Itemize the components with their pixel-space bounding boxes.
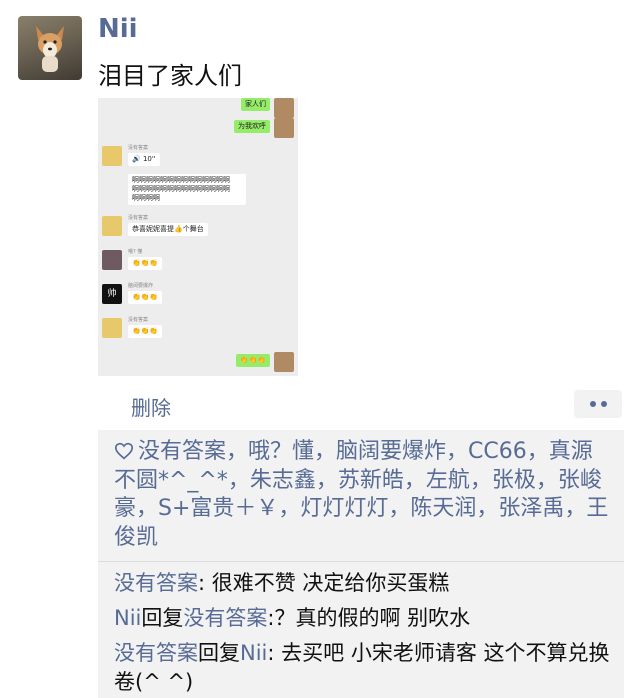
reply-word: 回复 xyxy=(198,641,240,665)
post-image[interactable]: 家人们 为我欢呼 没有答案 🔊 10'' 啊啊啊啊啊啊啊啊啊啊啊啊啊啊 啊啊啊啊… xyxy=(98,98,298,376)
comment-user[interactable]: Nii xyxy=(114,606,141,630)
chat-bubble: 👏👏👏 xyxy=(128,291,163,304)
divider xyxy=(98,561,624,562)
chat-avatar: 帅 xyxy=(102,284,122,304)
chat-bubble: 👏👏👏 xyxy=(128,257,163,270)
dot-icon xyxy=(589,401,596,407)
comment-text: :？真的假的啊 别吹水 xyxy=(267,606,471,630)
chat-avatar xyxy=(102,250,122,270)
likes-list: 没有答案，哦？懂，脑阔要爆炸，CC66，真源不圆*^_^*，朱志鑫，苏新皓，左航… xyxy=(114,438,610,552)
chat-sender: 没有答案 xyxy=(128,215,149,221)
voice-bubble: 🔊 10'' xyxy=(128,153,160,166)
comment-text: : 很难不赞 决定给你买蛋糕 xyxy=(198,571,450,595)
dog-icon xyxy=(36,26,64,72)
chat-bubble: 👏👏👏 xyxy=(235,354,270,367)
more-options-button[interactable] xyxy=(574,390,622,418)
chat-bubble: 为我欢呼 xyxy=(234,120,270,133)
reply-to-user[interactable]: Nii xyxy=(240,641,267,665)
dot-icon xyxy=(600,401,607,407)
chat-sender: 哦? 懂 xyxy=(128,249,143,255)
author-avatar[interactable] xyxy=(18,16,82,80)
reply-to-user[interactable]: 没有答案 xyxy=(183,606,267,630)
author-name[interactable]: Nii xyxy=(98,14,138,44)
comment-row[interactable]: 没有答案回复Nii: 去买吧 小宋老师请客 这个不算兑换卷(^ ^) xyxy=(114,639,612,697)
comment-user[interactable]: 没有答案 xyxy=(114,641,198,665)
chat-avatar xyxy=(274,352,294,372)
chat-avatar xyxy=(274,118,294,138)
interaction-panel: 没有答案，哦？懂，脑阔要爆炸，CC66，真源不圆*^_^*，朱志鑫，苏新皓，左航… xyxy=(98,430,624,698)
delete-button[interactable]: 删除 xyxy=(131,392,171,421)
comment-user[interactable]: 没有答案 xyxy=(114,571,198,595)
chat-avatar xyxy=(102,318,122,338)
chat-avatar xyxy=(102,216,122,236)
heart-outline-icon xyxy=(114,442,134,460)
likes-names[interactable]: 没有答案，哦？懂，脑阔要爆炸，CC66，真源不圆*^_^*，朱志鑫，苏新皓，左航… xyxy=(114,439,608,550)
chat-avatar xyxy=(274,98,294,118)
reply-word: 回复 xyxy=(141,606,184,630)
chat-sender: 脑阔要爆炸 xyxy=(128,283,154,289)
chat-bubble: 恭喜妮妮喜提👍个舞台 xyxy=(128,223,208,236)
chat-bubble: 家人们 xyxy=(241,98,270,111)
chat-sender: 没有答案 xyxy=(128,145,149,151)
comment-row[interactable]: Nii回复没有答案:？真的假的啊 别吹水 xyxy=(114,604,612,633)
comment-row[interactable]: 没有答案: 很难不赞 决定给你买蛋糕 xyxy=(114,569,612,598)
chat-bubble: 👏👏👏 xyxy=(128,325,163,338)
chat-avatar xyxy=(102,146,122,166)
chat-sender: 没有答案 xyxy=(128,317,149,323)
chat-bubble: 啊啊啊啊啊啊啊啊啊啊啊啊啊啊 啊啊啊啊啊啊啊啊啊啊啊啊啊啊 啊啊啊啊 xyxy=(128,174,246,205)
post-text: 泪目了家人们 xyxy=(98,62,242,90)
